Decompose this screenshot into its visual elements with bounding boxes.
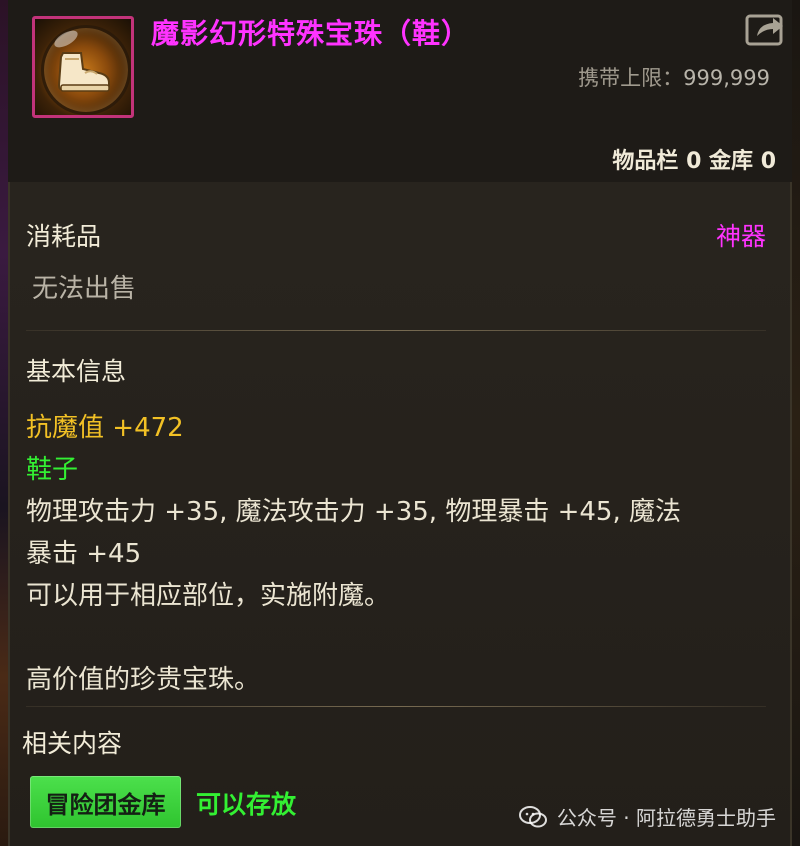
wechat-icon	[518, 805, 547, 827]
watermark: 公众号 · 阿拉德勇士助手	[518, 802, 776, 831]
carry-limit-label: 携带上限：	[578, 66, 684, 90]
flavor-text: 高价值的珍贵宝珠。	[26, 665, 261, 695]
magic-resist-value: +472	[112, 413, 184, 443]
stats-line-1: 物理攻击力 +35, 魔法攻击力 +35, 物理暴击 +45, 魔法	[26, 497, 681, 527]
related-content-title: 相关内容	[22, 729, 123, 758]
item-name: 魔影幻形特殊宝珠（鞋）	[151, 17, 471, 50]
item-rarity: 神器	[715, 222, 766, 251]
carry-limit: 携带上限：999,999	[578, 62, 770, 92]
basic-info-title: 基本信息	[26, 357, 127, 386]
vault-storable-status: 可以存放	[196, 790, 297, 819]
sell-status: 无法出售	[32, 274, 137, 304]
magic-resist-label: 抗魔值	[26, 413, 105, 443]
window-edge-left	[0, 0, 8, 846]
divider	[26, 706, 766, 707]
magic-resist-line: 抗魔值 +472	[26, 407, 184, 444]
window-edge-right	[792, 0, 800, 846]
adventure-vault-tag[interactable]: 冒险团金库	[30, 776, 181, 828]
inventory-stock: 物品栏 0 金库 0	[612, 149, 776, 174]
usage-text: 可以用于相应部位，实施附魔。	[26, 581, 391, 611]
boot-orb-icon	[57, 52, 110, 92]
carry-limit-value: 999,999	[683, 66, 770, 90]
watermark-text: 公众号 · 阿拉德勇士助手	[556, 806, 776, 830]
stats-line-2: 暴击 +45	[26, 539, 142, 569]
tooltip-header: 魔影幻形特殊宝珠（鞋） 携带上限：999,999 物品栏 0 金库 0	[8, 0, 792, 182]
divider	[26, 330, 766, 331]
share-export-icon[interactable]	[745, 12, 787, 46]
slot-type: 鞋子	[26, 455, 79, 485]
item-icon-frame	[32, 16, 134, 118]
item-category: 消耗品	[26, 222, 102, 251]
